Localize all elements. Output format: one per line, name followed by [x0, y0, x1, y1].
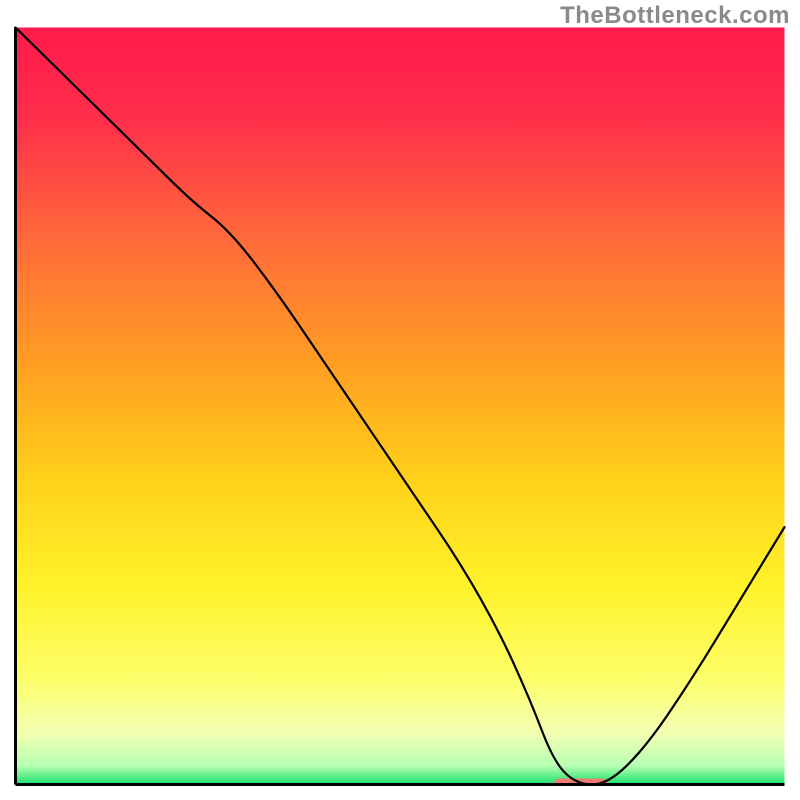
chart-container: TheBottleneck.com	[0, 0, 800, 800]
bottleneck-chart	[14, 26, 786, 786]
